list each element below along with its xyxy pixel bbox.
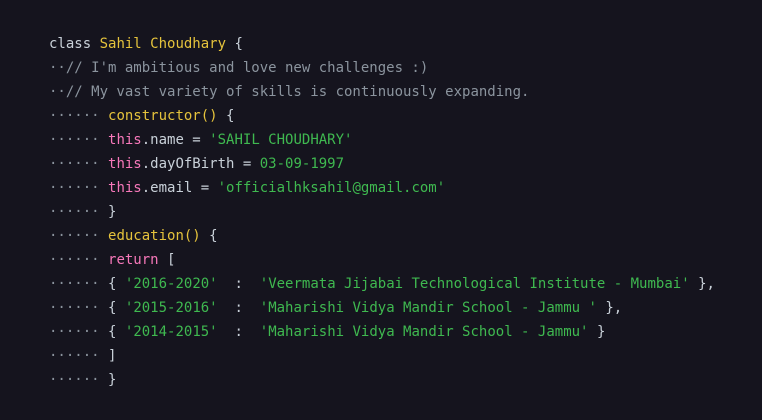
property-assignment: .name = — [141, 132, 210, 148]
dob-value: 03-09-1997 — [259, 156, 345, 172]
open-brace: { — [234, 36, 243, 52]
email-string: 'officialhksahil@gmail.com' — [217, 180, 446, 196]
entry-years: '2015-2016' — [124, 300, 218, 316]
code-line-class-declaration: class Sahil Choudhary { — [49, 32, 243, 56]
open-brace: { — [226, 108, 235, 124]
indent-dots: ······ — [49, 252, 100, 268]
code-line-name: ······ this.name = 'SAHIL CHOUDHARY' — [49, 128, 352, 152]
constructor-function: constructor() — [108, 108, 218, 124]
code-line-education-close: ······ } — [49, 368, 116, 392]
this-keyword: this — [108, 132, 142, 148]
close-brace: } — [108, 204, 117, 220]
comment-text: // My vast variety of skills is continuo… — [65, 84, 530, 100]
return-keyword: return — [108, 252, 159, 268]
code-line-education: ······ education() { — [49, 224, 218, 248]
entry-close-brace: }, — [698, 276, 715, 292]
entry-open-brace: { — [108, 276, 117, 292]
code-line-constructor-close: ······ } — [49, 200, 116, 224]
property-assignment: .email = — [141, 180, 218, 196]
entry-years: '2014-2015' — [124, 324, 218, 340]
entry-close-brace: } — [596, 324, 606, 340]
indent-dots: ·· — [49, 60, 66, 76]
entry-open-brace: { — [108, 300, 117, 316]
this-keyword: this — [108, 180, 142, 196]
indent-dots: ······ — [49, 348, 100, 364]
indent-dots: ······ — [49, 204, 100, 220]
entry-separator: : — [217, 324, 260, 340]
indent-dots: ······ — [49, 156, 100, 172]
code-line-dob: ······ this.dayOfBirth = 03-09-1997 — [49, 152, 344, 176]
code-line-education-entry-3: ······ { '2014-2015' : 'Maharishi Vidya … — [49, 320, 605, 344]
code-line-comment-1: ··// I'm ambitious and love new challeng… — [49, 56, 428, 80]
code-line-comment-2: ··// My vast variety of skills is contin… — [49, 80, 529, 104]
indent-dots: ······ — [49, 132, 100, 148]
open-brace: { — [209, 228, 218, 244]
entry-institution: 'Maharishi Vidya Mandir School - Jammu' — [259, 324, 589, 340]
entry-years: '2016-2020' — [124, 276, 218, 292]
code-line-education-entry-2: ······ { '2015-2016' : 'Maharishi Vidya … — [49, 296, 622, 320]
indent-dots: ·· — [49, 84, 66, 100]
indent-dots: ······ — [49, 276, 100, 292]
close-brace: } — [108, 372, 117, 388]
entry-close-brace: }, — [605, 300, 623, 316]
entry-separator: : — [217, 276, 260, 292]
indent-dots: ······ — [49, 324, 100, 340]
name-string: 'SAHIL CHOUDHARY' — [209, 132, 353, 148]
indent-dots: ······ — [49, 300, 100, 316]
education-function: education() — [108, 228, 201, 244]
open-bracket: [ — [167, 252, 176, 268]
close-bracket: ] — [108, 348, 117, 364]
class-name: Sahil Choudhary — [99, 36, 227, 52]
indent-dots: ······ — [49, 108, 100, 124]
comment-text: // I'm ambitious and love new challenges… — [65, 60, 429, 76]
class-keyword: class — [49, 36, 92, 52]
entry-institution: 'Veermata Jijabai Technological Institut… — [259, 276, 690, 292]
property-assignment: .dayOfBirth = — [141, 156, 260, 172]
this-keyword: this — [108, 156, 142, 172]
indent-dots: ······ — [49, 372, 100, 388]
code-editor: class Sahil Choudhary { ··// I'm ambitio… — [0, 0, 762, 420]
entry-separator: : — [217, 300, 260, 316]
entry-open-brace: { — [108, 324, 117, 340]
code-line-education-entry-1: ······ { '2016-2020' : 'Veermata Jijabai… — [49, 272, 715, 296]
code-line-constructor: ······ constructor() { — [49, 104, 234, 128]
indent-dots: ······ — [49, 180, 100, 196]
code-line-email: ······ this.email = 'officialhksahil@gma… — [49, 176, 445, 200]
entry-institution: 'Maharishi Vidya Mandir School - Jammu ' — [259, 300, 597, 316]
code-line-return-close: ······ ] — [49, 344, 116, 368]
code-line-return: ······ return [ — [49, 248, 175, 272]
indent-dots: ······ — [49, 228, 100, 244]
